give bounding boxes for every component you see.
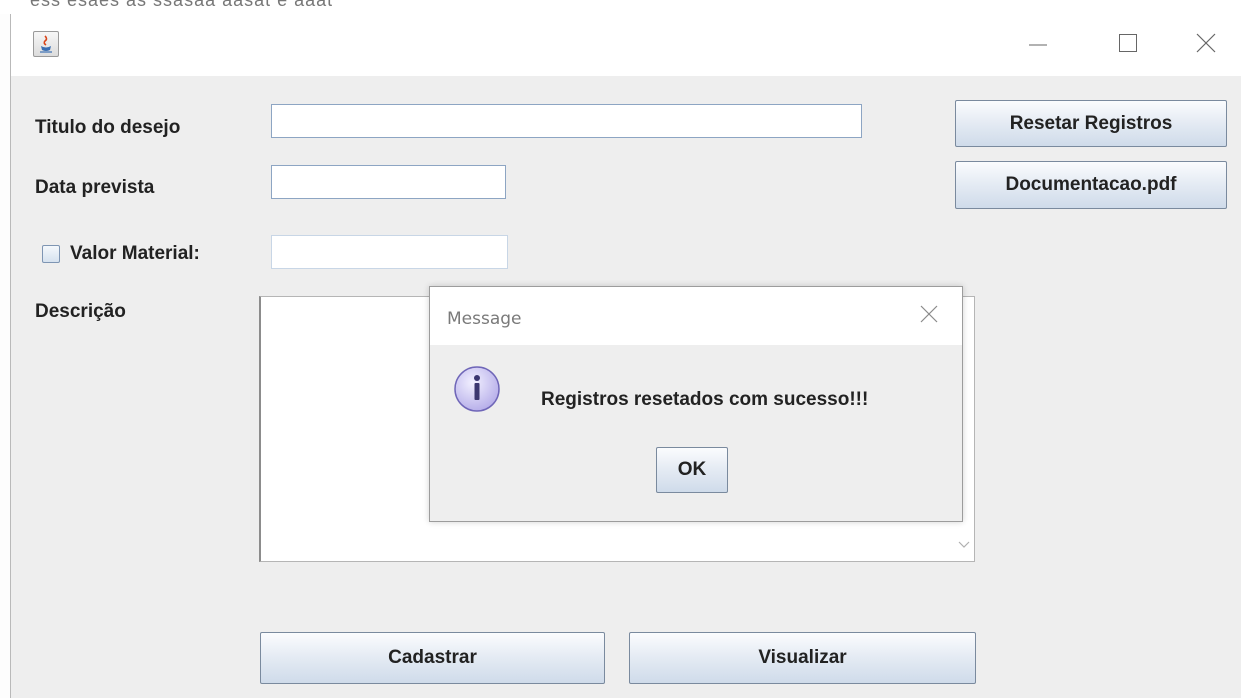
resetar-registros-button[interactable]: Resetar Registros [955, 100, 1227, 147]
valor-material-label: Valor Material: [70, 243, 200, 264]
dialog-message: Registros resetados com sucesso!!! [541, 389, 869, 410]
titulo-input[interactable] [271, 104, 862, 138]
titulo-label: Titulo do desejo [35, 117, 181, 138]
data-prevista-label: Data prevista [35, 177, 155, 198]
minimize-icon[interactable] [1015, 26, 1061, 62]
background-text: ess esaes as ssasaa aasat e aaat [30, 0, 334, 10]
window-titlebar [11, 14, 1241, 76]
data-prevista-input[interactable] [271, 165, 506, 199]
valor-material-checkbox[interactable] [42, 245, 60, 263]
app-window: Titulo do desejo Data prevista Valor Mat… [10, 14, 1241, 698]
valor-material-input[interactable] [271, 235, 508, 269]
close-icon[interactable] [1183, 26, 1229, 62]
info-icon [454, 366, 500, 412]
dialog-titlebar: Message [430, 287, 962, 345]
descricao-label: Descrição [35, 301, 126, 322]
cadastrar-button[interactable]: Cadastrar [260, 632, 605, 684]
background-window-fragment: ess esaes as ssasaa aasat e aaat [0, 0, 1241, 14]
documentacao-pdf-button[interactable]: Documentacao.pdf [955, 161, 1227, 209]
scroll-down-icon[interactable] [958, 540, 970, 550]
java-cup-icon [33, 31, 59, 57]
dialog-title: Message [447, 309, 522, 329]
dialog-close-icon[interactable] [918, 303, 940, 325]
visualizar-button[interactable]: Visualizar [629, 632, 976, 684]
maximize-icon[interactable] [1105, 26, 1151, 62]
message-dialog: Message Registros resetados com sucesso!… [429, 286, 963, 522]
ok-button[interactable]: OK [656, 447, 728, 493]
